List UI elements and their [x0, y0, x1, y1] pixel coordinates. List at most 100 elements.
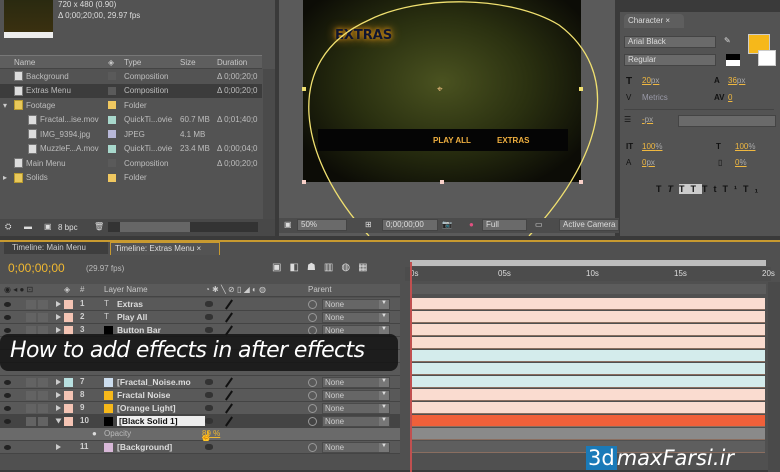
pick-whip-icon[interactable]	[308, 378, 317, 387]
collapse-switch[interactable]	[205, 444, 213, 450]
layer-duration-bar[interactable]	[412, 350, 765, 362]
dropdown-arrow-icon[interactable]: ▼	[379, 313, 389, 322]
tsume-value[interactable]: 0%	[735, 158, 747, 167]
lock-toggle[interactable]	[38, 417, 48, 426]
stroke-color-swatch[interactable]	[758, 50, 776, 66]
font-style-select[interactable]: Regular	[624, 54, 716, 66]
label-color[interactable]	[64, 391, 73, 400]
comp-mini-flowchart-icon[interactable]: ▣	[272, 262, 289, 273]
layer-row[interactable]: 1 T Extras None ▼	[0, 298, 400, 311]
draft-3d-icon[interactable]: ◧	[289, 262, 306, 273]
region-of-interest-icon[interactable]: ▭	[535, 220, 543, 229]
label-color[interactable]	[64, 404, 73, 413]
layer-name[interactable]: Play All	[117, 312, 147, 322]
label-color[interactable]	[64, 378, 73, 387]
project-scrollbar[interactable]	[263, 69, 275, 219]
project-item[interactable]: Extras Menu Composition Δ 0;00;20;0	[0, 83, 262, 98]
solo-toggle[interactable]	[26, 300, 36, 309]
baseline-shift-value[interactable]: 0px	[642, 158, 655, 167]
visibility-eye-icon[interactable]	[4, 445, 11, 450]
pick-whip-icon[interactable]	[308, 300, 317, 309]
stroke-style-select[interactable]	[678, 115, 776, 127]
layer-duration-bar[interactable]	[412, 311, 765, 323]
layer-duration-bar[interactable]	[412, 337, 765, 349]
always-preview-icon[interactable]: ▣	[284, 220, 292, 229]
solo-toggle[interactable]	[26, 391, 36, 400]
dropdown-arrow-icon[interactable]: ▼	[379, 378, 389, 387]
tab-extras-menu[interactable]: Timeline: Extras Menu ×	[110, 242, 220, 255]
quality-switch[interactable]	[225, 299, 233, 310]
label-color[interactable]	[108, 72, 116, 80]
close-icon[interactable]: ×	[197, 244, 202, 253]
layer-duration-bar[interactable]	[412, 402, 765, 414]
dropdown-arrow-icon[interactable]: ▼	[379, 404, 389, 413]
parent-select[interactable]: None ▼	[322, 377, 390, 388]
shy-switch[interactable]	[205, 405, 213, 411]
viewer-timecode[interactable]: 0;00;00;00	[382, 219, 438, 231]
layer-row[interactable]: 11 [Background] None ▼	[0, 441, 400, 454]
expand-triangle-icon[interactable]	[56, 444, 61, 450]
label-color[interactable]	[64, 313, 73, 322]
faux-bold-icon[interactable]: T	[656, 184, 668, 194]
all-caps-icon[interactable]: TT	[679, 184, 702, 194]
parent-select[interactable]: None ▼	[322, 390, 390, 401]
lock-toggle[interactable]	[38, 378, 48, 387]
timeline-scrollbar[interactable]	[768, 282, 780, 472]
label-color[interactable]	[108, 86, 116, 95]
parent-select[interactable]: None ▼	[322, 312, 390, 323]
shy-switch[interactable]	[205, 301, 213, 307]
parent-select[interactable]: None ▼	[322, 416, 390, 427]
layer-row[interactable]: 7 [Fractal_Noise.mo None ▼	[0, 376, 400, 389]
layer-row[interactable]: 2 T Play All None ▼	[0, 311, 400, 324]
tracking-value[interactable]: 0	[728, 93, 732, 102]
parent-select[interactable]: None ▼	[322, 403, 390, 414]
vertical-scale-value[interactable]: 100%	[642, 142, 662, 151]
graph-editor-icon[interactable]: ▦	[358, 262, 375, 273]
visibility-eye-icon[interactable]	[4, 328, 11, 333]
font-size-value[interactable]: 20px	[642, 76, 659, 85]
label-color[interactable]	[64, 300, 73, 309]
quality-switch[interactable]	[225, 312, 233, 323]
layer-duration-bar[interactable]	[412, 428, 765, 440]
font-family-select[interactable]: Arial Black	[624, 36, 716, 48]
label-color[interactable]	[108, 159, 116, 167]
snapshot-icon[interactable]: 📷	[442, 220, 452, 229]
layer-name[interactable]: [Background]	[117, 442, 172, 452]
expand-triangle-icon[interactable]	[56, 392, 61, 398]
project-item[interactable]: ▾ Footage Folder	[0, 98, 262, 112]
project-item[interactable]: Main Menu Composition Δ 0;00;20;0	[0, 156, 262, 170]
layer-name[interactable]: Extras	[117, 299, 143, 309]
bpc-button[interactable]: 8 bpc	[58, 223, 78, 232]
new-folder-icon[interactable]: ▬	[24, 222, 32, 231]
tab-character[interactable]: Character ×	[624, 14, 684, 28]
interpret-footage-icon[interactable]: ⛭	[5, 222, 11, 232]
pick-whip-icon[interactable]	[308, 404, 317, 413]
layer-name[interactable]: Fractal Noise	[117, 390, 170, 400]
dropdown-arrow-icon[interactable]: ▼	[379, 443, 389, 452]
work-area-bar[interactable]	[410, 260, 766, 266]
shy-switch[interactable]	[205, 327, 213, 333]
col-layer-name[interactable]: Layer Name	[104, 285, 148, 294]
label-color[interactable]	[108, 173, 116, 182]
horizontal-scale-value[interactable]: 100%	[735, 142, 755, 151]
col-size[interactable]: Size	[180, 58, 196, 67]
leading-value[interactable]: 36px	[728, 76, 745, 85]
project-item[interactable]: Fractal...ise.mov QuickTi...ovie 60.7 MB…	[0, 113, 262, 127]
project-item[interactable]: ▸ Solids Folder	[0, 171, 262, 185]
layer-duration-bar[interactable]	[412, 324, 765, 336]
current-time-indicator[interactable]	[410, 262, 412, 472]
tab-main-menu[interactable]: Timeline: Main Menu	[4, 242, 108, 254]
magnification-select[interactable]: 50%	[297, 219, 347, 231]
current-timecode[interactable]: 0;00;00;00	[8, 261, 65, 275]
pick-whip-icon[interactable]	[308, 313, 317, 322]
quality-switch[interactable]	[225, 390, 233, 401]
label-color[interactable]	[108, 144, 116, 153]
project-item[interactable]: Background Composition Δ 0;00;20;0	[0, 69, 262, 83]
dropdown-arrow-icon[interactable]: ▼	[379, 300, 389, 309]
black-white-swatch[interactable]	[726, 54, 740, 66]
lock-toggle[interactable]	[38, 300, 48, 309]
faux-italic-icon[interactable]: T	[668, 184, 680, 194]
stroke-width-value[interactable]: -px	[642, 115, 653, 124]
col-duration[interactable]: Duration	[217, 58, 247, 67]
layer-duration-bar[interactable]	[412, 376, 765, 388]
